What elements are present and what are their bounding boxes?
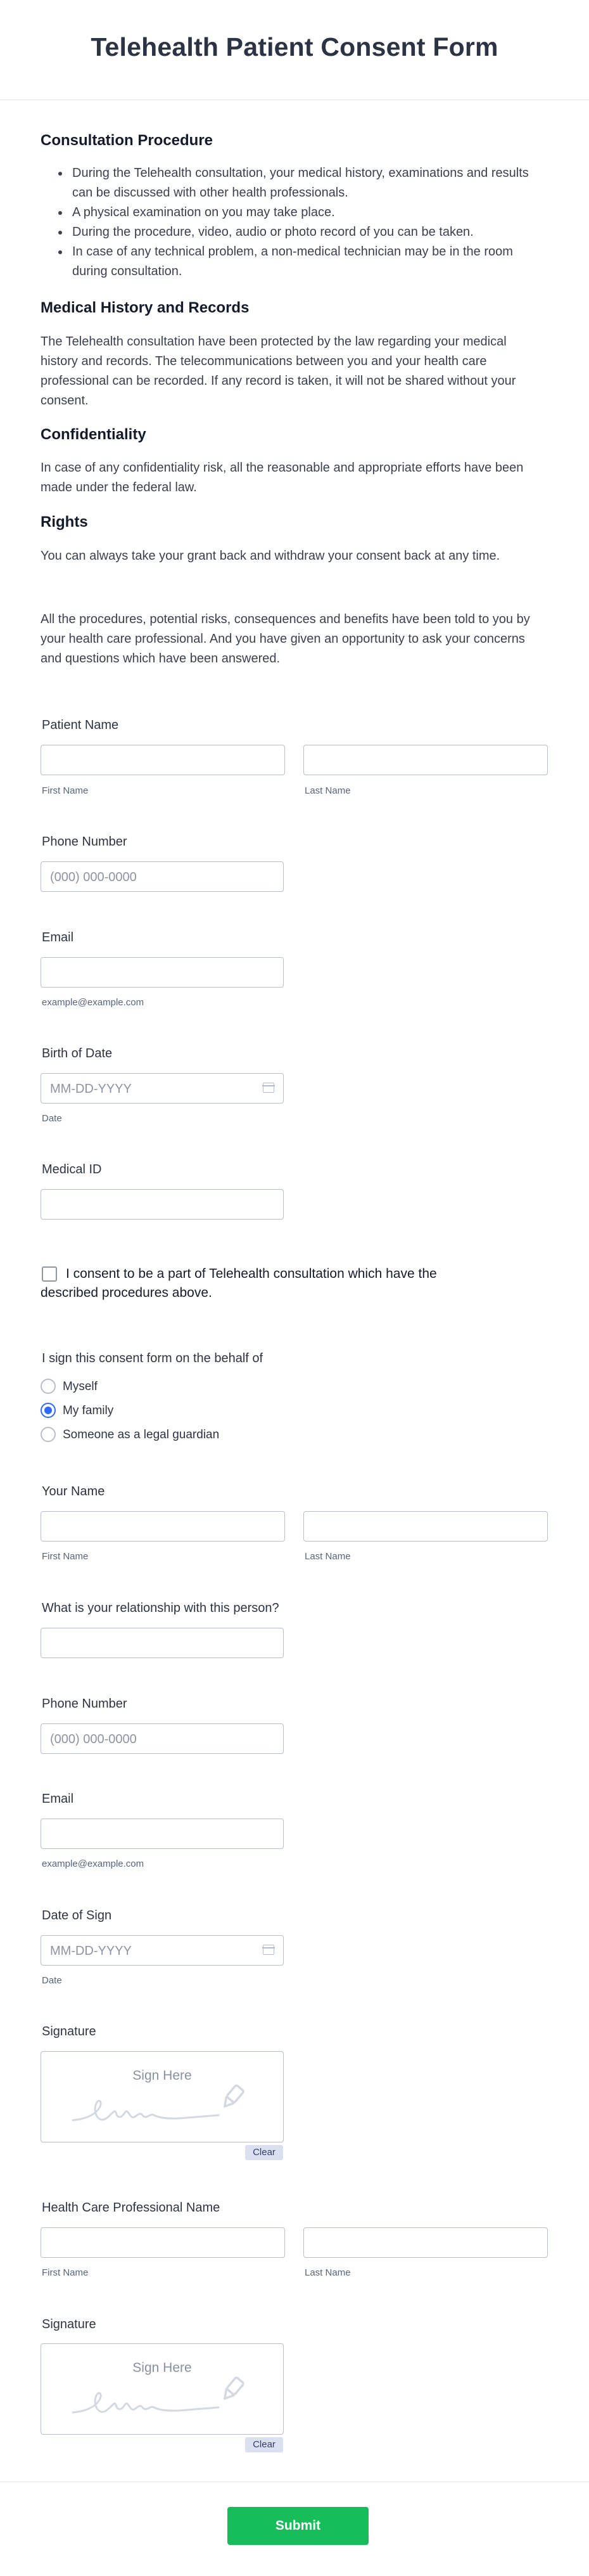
signature2-label: Signature	[42, 2317, 96, 2331]
closing-text: All the procedures, potential risks, con…	[41, 612, 530, 666]
radio-legal-guardian-label: Someone as a legal guardian	[63, 1428, 220, 1441]
signature2-clear-button[interactable]: Clear	[245, 2437, 283, 2452]
phone2-input[interactable]: (000) 000-0000	[41, 1723, 284, 1754]
list-item: A physical examination on you may take p…	[41, 203, 547, 222]
list-item: During the Telehealth consultation, your…	[41, 164, 547, 203]
your-last-name-input[interactable]	[303, 1511, 548, 1542]
phone-placeholder: (000) 000-0000	[50, 870, 137, 884]
history-heading: Medical History and Records	[41, 299, 250, 316]
signature2-pad[interactable]: Sign Here	[41, 2343, 284, 2435]
medical-id-label: Medical ID	[42, 1162, 102, 1176]
birth-date-label: Birth of Date	[42, 1046, 113, 1060]
submit-button[interactable]: Submit	[227, 2507, 369, 2545]
radio-legal-guardian[interactable]	[41, 1427, 56, 1442]
last-name-sublabel: Last Name	[305, 1551, 351, 1562]
confidentiality-heading: Confidentiality	[41, 426, 146, 443]
rights-heading: Rights	[41, 513, 88, 531]
phone-input[interactable]: (000) 000-0000	[41, 861, 284, 892]
birth-date-hint: Date	[42, 1113, 62, 1124]
email2-label: Email	[42, 1792, 74, 1806]
history-text: The Telehealth consultation have been pr…	[41, 335, 516, 408]
your-name-label: Your Name	[42, 1484, 105, 1498]
birth-date-input[interactable]: MM-DD-YYYY	[41, 1073, 284, 1104]
patient-first-name-input[interactable]	[41, 745, 285, 775]
hcp-name-label: Health Care Professional Name	[42, 2201, 220, 2215]
form-body: Consultation Procedure During the Telehe…	[0, 0, 589, 2576]
radio-myself[interactable]	[41, 1379, 56, 1394]
hcp-last-name-input[interactable]	[303, 2227, 548, 2258]
phone2-label: Phone Number	[42, 1697, 127, 1711]
phone-label: Phone Number	[42, 835, 127, 849]
pen-icon	[223, 2376, 244, 2400]
sign-date-input[interactable]: MM-DD-YYYY	[41, 1935, 284, 1966]
sign-date-label: Date of Sign	[42, 1909, 112, 1922]
patient-name-label: Patient Name	[42, 718, 119, 732]
birth-date-placeholder: MM-DD-YYYY	[50, 1082, 132, 1096]
calendar-icon[interactable]	[262, 1945, 275, 1955]
behalf-label: I sign this consent form on the behalf o…	[42, 1351, 263, 1365]
confidentiality-text: In case of any confidentiality risk, all…	[41, 461, 524, 494]
email-input[interactable]	[41, 957, 284, 988]
first-name-sublabel: First Name	[42, 2267, 89, 2278]
patient-last-name-input[interactable]	[303, 745, 548, 775]
first-name-sublabel: First Name	[42, 785, 89, 796]
phone2-placeholder: (000) 000-0000	[50, 1732, 137, 1746]
relationship-label: What is your relationship with this pers…	[42, 1601, 279, 1615]
consent-text: I consent to be a part of Telehealth con…	[41, 1266, 437, 1300]
email2-input[interactable]	[41, 1819, 284, 1849]
relationship-input[interactable]	[41, 1628, 284, 1658]
last-name-sublabel: Last Name	[305, 785, 351, 796]
list-item: In case of any technical problem, a non-…	[41, 242, 547, 281]
first-name-sublabel: First Name	[42, 1551, 89, 1562]
signature-scribble-icon	[72, 2376, 244, 2414]
your-first-name-input[interactable]	[41, 1511, 285, 1542]
pen-icon	[223, 2084, 244, 2108]
signature1-clear-button[interactable]: Clear	[245, 2145, 283, 2160]
rights-text: You can always take your grant back and …	[41, 549, 500, 563]
signature-scribble-icon	[72, 2084, 244, 2122]
radio-my-family[interactable]	[41, 1403, 56, 1418]
email-label: Email	[42, 931, 74, 944]
email2-hint: example@example.com	[42, 1858, 144, 1869]
hcp-first-name-input[interactable]	[41, 2227, 285, 2258]
consultation-heading: Consultation Procedure	[41, 132, 213, 149]
last-name-sublabel: Last Name	[305, 2267, 351, 2278]
medical-id-input[interactable]	[41, 1189, 284, 1220]
signature1-label: Signature	[42, 2025, 96, 2038]
sign-date-placeholder: MM-DD-YYYY	[50, 1944, 132, 1958]
signature1-pad[interactable]: Sign Here	[41, 2051, 284, 2142]
email-hint: example@example.com	[42, 997, 144, 1008]
radio-my-family-label: My family	[63, 1404, 114, 1417]
calendar-icon[interactable]	[262, 1083, 275, 1093]
list-item: During the procedure, video, audio or ph…	[41, 222, 547, 242]
radio-myself-label: Myself	[63, 1380, 98, 1393]
sign-date-hint: Date	[42, 1975, 62, 1986]
consultation-list: During the Telehealth consultation, your…	[41, 164, 547, 281]
